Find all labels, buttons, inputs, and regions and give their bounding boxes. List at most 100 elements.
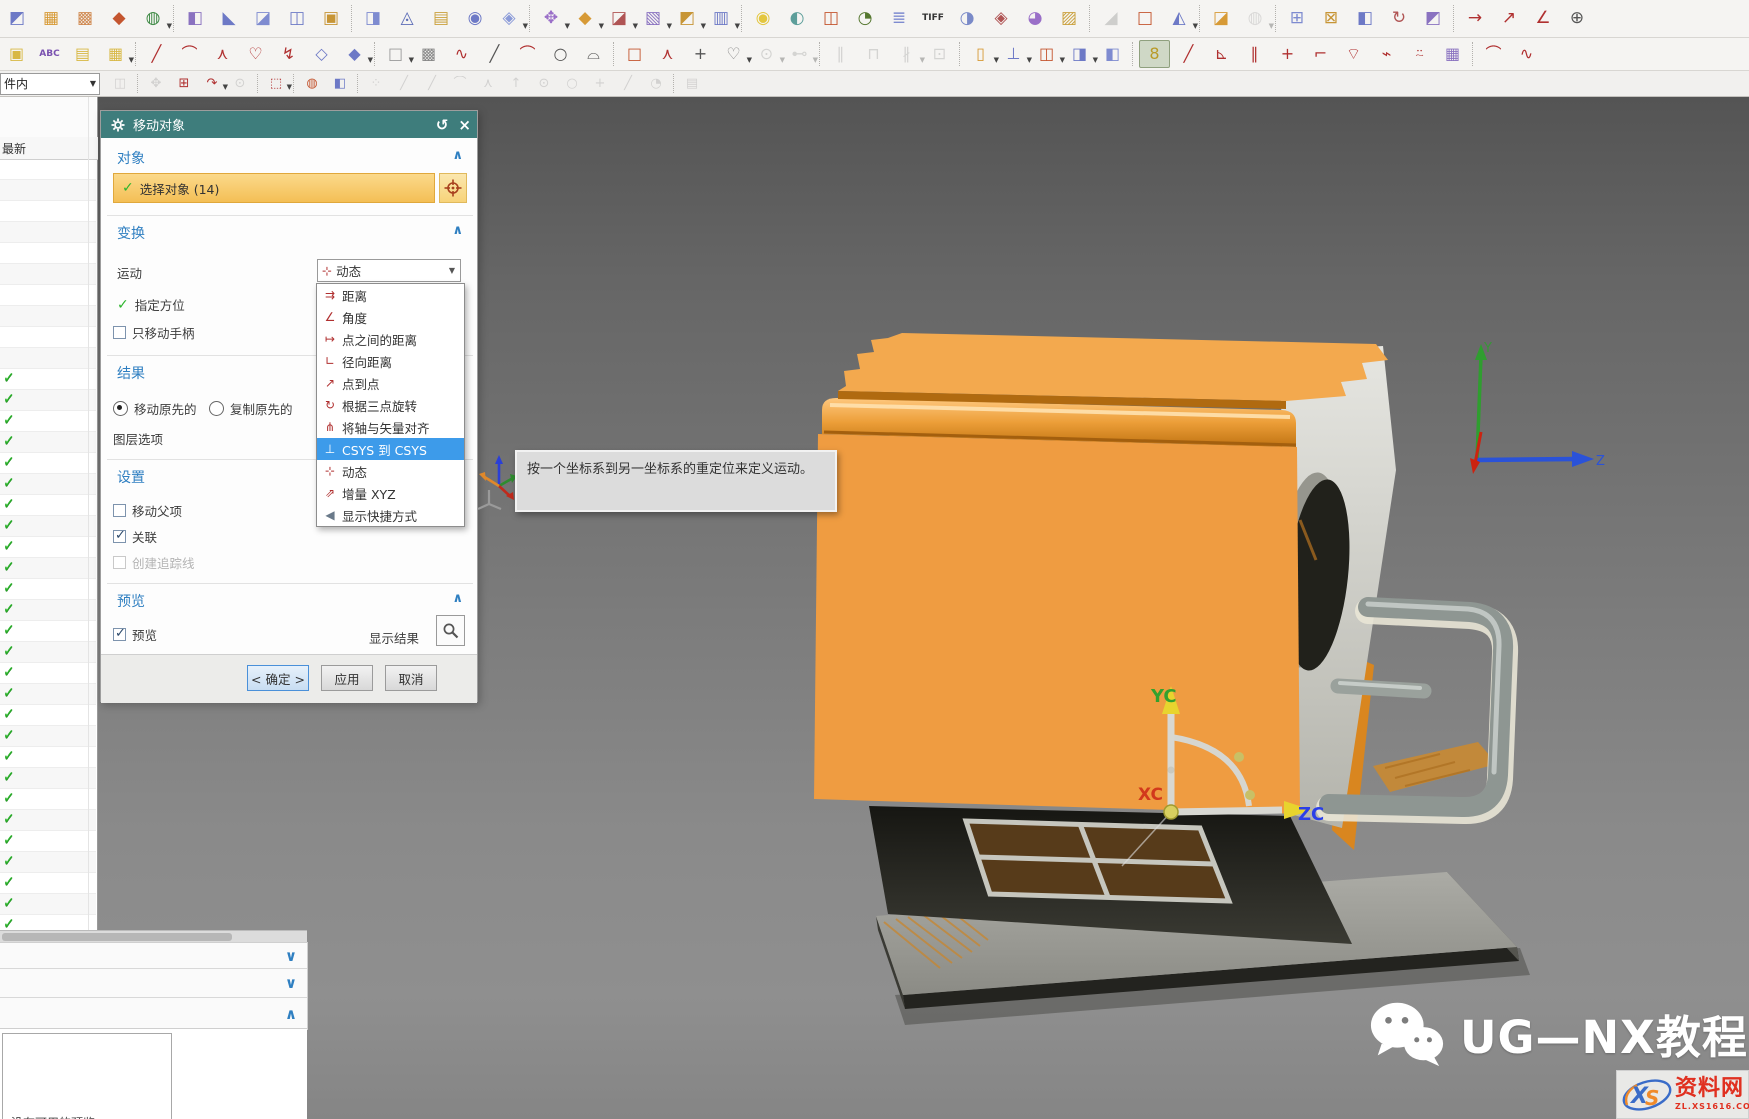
toolbar-icon[interactable]: ○ <box>546 41 575 67</box>
navigator-row[interactable] <box>0 306 96 327</box>
dropdown-item[interactable]: ∠角度 <box>317 306 464 328</box>
toolbar-icon[interactable]: + <box>588 73 612 94</box>
toolbar-icon[interactable]: ▣ <box>2 41 31 67</box>
chevron-down-icon[interactable]: ▼ <box>129 57 134 64</box>
toolbar-icon[interactable]: ◪▼ <box>604 5 634 33</box>
associative-checkbox[interactable]: 关联 <box>113 527 157 546</box>
toolbar-icon[interactable]: ◈ <box>986 5 1016 33</box>
toolbar-icon[interactable]: ╱ <box>392 73 416 94</box>
toolbar-icon[interactable]: ≣ <box>884 5 914 33</box>
navigator-row[interactable] <box>0 348 96 369</box>
show-result-button[interactable] <box>436 615 465 646</box>
toolbar-icon[interactable]: ⌒ <box>513 41 542 67</box>
toolbar-icon[interactable]: ▥▼ <box>706 5 736 33</box>
toolbar-icon[interactable]: ∿ <box>447 41 476 67</box>
chevron-up-icon[interactable]: ∧ <box>285 1005 297 1023</box>
navigator-row[interactable]: ✓ <box>0 684 96 705</box>
toolbar-icon[interactable]: + <box>1273 41 1302 67</box>
toolbar-icon[interactable]: □▼ <box>381 41 410 67</box>
toolbar-icon[interactable]: ▯▼ <box>966 41 995 67</box>
toolbar-icon[interactable]: ◩ <box>1418 5 1448 33</box>
toolbar-icon[interactable]: ♡ <box>241 41 270 67</box>
navigator-row[interactable]: ✓ <box>0 537 96 558</box>
navigator-row[interactable]: ✓ <box>0 411 96 432</box>
toolbar-icon[interactable]: ↻ <box>1384 5 1414 33</box>
toolbar-icon[interactable]: ⊷▼ <box>785 41 814 67</box>
toolbar-icon[interactable]: ◬ <box>392 5 422 33</box>
toolbar-icon[interactable]: ▩ <box>414 41 443 67</box>
toolbar-icon[interactable]: ⌒ <box>448 73 472 94</box>
section-header-object[interactable]: 对象 <box>117 148 145 168</box>
navigator-row[interactable]: ✓ <box>0 390 96 411</box>
toolbar-icon[interactable]: ⌓ <box>579 41 608 67</box>
toolbar-icon[interactable]: ▣ <box>316 5 346 33</box>
navigator-row[interactable] <box>0 243 96 264</box>
move-parent-checkbox[interactable]: 移动父项 <box>113 501 182 520</box>
panel-section-expanded[interactable]: ∧ <box>0 998 307 1029</box>
checkbox-icon[interactable] <box>113 326 126 339</box>
chevron-down-icon[interactable]: ▼ <box>813 57 818 64</box>
toolbar-icon[interactable]: ◍▼ <box>1240 5 1270 33</box>
toolbar-icon[interactable]: ⌒ <box>175 41 204 67</box>
navigator-row[interactable]: ✓ <box>0 768 96 789</box>
chevron-down-icon[interactable]: ∨ <box>285 974 297 992</box>
csys-origin-handle[interactable] <box>1164 805 1178 819</box>
toolbar-icon[interactable]: ◆▼ <box>570 5 600 33</box>
toolbar-icon[interactable]: ◨▼ <box>1065 41 1094 67</box>
navigator-row[interactable] <box>0 264 96 285</box>
chevron-down-icon[interactable]: ▼ <box>368 57 373 64</box>
dialog-titlebar[interactable]: 移动对象 ↺ × <box>101 111 477 138</box>
dropdown-item[interactable]: ⊹动态 <box>317 460 464 482</box>
toolbar-icon[interactable]: ♡▼ <box>719 41 748 67</box>
toolbar-icon[interactable]: + <box>686 41 715 67</box>
point-dialog-button[interactable] <box>439 173 467 203</box>
chevron-down-icon[interactable]: ▼ <box>735 23 740 30</box>
toolbar-icon[interactable]: ◩▼ <box>672 5 702 33</box>
toolbar-icon[interactable]: ⊙ <box>228 73 252 94</box>
toolbar-icon[interactable]: ▤ <box>426 5 456 33</box>
toolbar-icon[interactable]: 8 <box>1139 40 1170 68</box>
chevron-up-icon[interactable]: ∧ <box>452 591 463 606</box>
panel-section-collapsed[interactable]: ∨ <box>0 943 307 969</box>
chevron-down-icon[interactable]: ▼ <box>523 23 528 30</box>
toolbar-icon[interactable]: ◫ <box>108 73 132 94</box>
radio-icon[interactable] <box>113 401 128 416</box>
toolbar-icon[interactable]: ○ <box>560 73 584 94</box>
navigator-row[interactable] <box>0 285 96 306</box>
navigator-row[interactable]: ✓ <box>0 852 96 873</box>
toolbar-icon[interactable]: ◔ <box>850 5 880 33</box>
toolbar-icon[interactable]: ▦ <box>36 5 66 33</box>
toolbar-icon[interactable]: ⊾ <box>1207 41 1236 67</box>
chevron-up-icon[interactable]: ∧ <box>452 148 463 163</box>
navigator-row[interactable]: ✓ <box>0 642 96 663</box>
toolbar-icon[interactable]: ◉ <box>748 5 778 33</box>
toolbar-icon[interactable]: ◭▼ <box>1164 5 1194 33</box>
navigator-row[interactable] <box>0 180 96 201</box>
toolbar-icon[interactable]: ▤ <box>68 41 97 67</box>
toolbar-icon[interactable]: ◧ <box>1098 41 1127 67</box>
section-header-result[interactable]: 结果 <box>117 363 145 383</box>
toolbar-icon[interactable]: ⊓ <box>859 41 888 67</box>
navigator-row[interactable]: ✓ <box>0 705 96 726</box>
move-handles-only-checkbox[interactable]: 只移动手柄 <box>113 323 195 342</box>
toolbar-icon[interactable]: ⊠ <box>1316 5 1346 33</box>
toolbar-icon[interactable]: ╱ <box>616 73 640 94</box>
navigator-row[interactable] <box>0 222 96 243</box>
toolbar-icon[interactable]: ⬚▼ <box>264 73 288 94</box>
dropdown-item[interactable]: ⋔将轴与矢量对齐 <box>317 416 464 438</box>
chevron-down-icon[interactable]: ▼ <box>1269 23 1274 30</box>
toolbar-icon[interactable]: ╱ <box>1174 41 1203 67</box>
toolbar-icon[interactable]: ∦▼ <box>892 41 921 67</box>
toolbar-icon[interactable]: ↑ <box>504 73 528 94</box>
toolbar-icon[interactable]: ◧ <box>180 5 210 33</box>
navigator-row[interactable] <box>0 201 96 222</box>
navigator-row[interactable] <box>0 159 96 180</box>
navigator-row[interactable]: ✓ <box>0 831 96 852</box>
navigator-row[interactable]: ✓ <box>0 432 96 453</box>
toolbar-icon[interactable]: ◆ <box>104 5 134 33</box>
dropdown-item[interactable]: ⇉距离 <box>317 284 464 306</box>
toolbar-icon[interactable]: ABC <box>35 41 64 67</box>
toolbar-icon[interactable]: ↗ <box>1494 5 1524 33</box>
toolbar-icon[interactable]: ⊞ <box>1282 5 1312 33</box>
toolbar-icon[interactable]: ◧ <box>328 73 352 94</box>
